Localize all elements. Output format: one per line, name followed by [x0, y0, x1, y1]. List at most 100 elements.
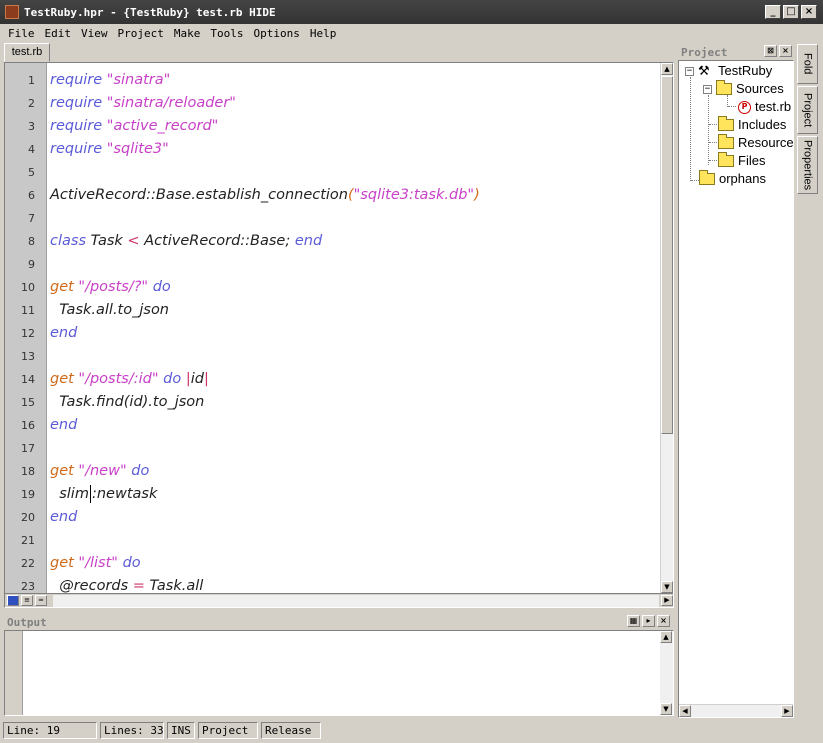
code-token: get — [50, 279, 74, 295]
menu-edit[interactable]: Edit — [41, 27, 76, 40]
line-number: 16 — [21, 419, 35, 432]
menu-options[interactable]: Options — [249, 27, 303, 40]
maximize-button[interactable]: □ — [783, 5, 799, 19]
project-close-icon[interactable]: × — [779, 45, 792, 57]
code-token: Task.all.to_json — [50, 302, 170, 318]
code-line[interactable]: slim:newtask — [50, 484, 157, 504]
line-number: 18 — [21, 465, 35, 478]
code-token: do — [163, 371, 182, 387]
project-tree[interactable]: − ⚒ TestRuby − Sources P test.rb Include… — [678, 60, 794, 718]
code-token: < — [127, 233, 140, 249]
code-line[interactable]: ActiveRecord::Base.establish_connection(… — [50, 185, 480, 205]
project-horizontal-scrollbar[interactable]: ◀ ▶ — [679, 704, 793, 717]
code-line[interactable]: end — [50, 507, 77, 527]
line-number: 14 — [21, 373, 35, 386]
split-horizontal-icon[interactable]: ≡ — [21, 595, 33, 606]
scroll-right-arrow-icon[interactable]: ▶ — [661, 595, 673, 606]
tree-item-sources[interactable]: − Sources — [703, 80, 784, 98]
line-number: 9 — [28, 258, 35, 271]
code-area[interactable]: require "sinatra" require "sinatra/reload… — [48, 63, 660, 594]
code-line[interactable]: class Task < ActiveRecord::Base; end — [50, 231, 322, 251]
project-scroll-right-icon[interactable]: ▶ — [781, 705, 793, 717]
line-number: 5 — [28, 166, 35, 179]
code-line[interactable]: get "/new" do — [50, 461, 149, 481]
output-panel-header: Output ▦ ▸ × — [4, 614, 674, 630]
line-number: 11 — [21, 304, 35, 317]
side-tab-properties[interactable]: Properties — [797, 136, 818, 194]
code-line[interactable]: end — [50, 323, 77, 343]
code-line[interactable]: require "sinatra/reloader" — [50, 93, 236, 113]
code-line[interactable]: get "/posts/?" do — [50, 277, 171, 297]
view-mode-icon[interactable] — [7, 595, 19, 606]
tree-item-files[interactable]: Files — [718, 152, 765, 170]
menu-make[interactable]: Make — [170, 27, 205, 40]
code-token: = — [132, 578, 145, 594]
tree-label-resources: Resources — [738, 135, 794, 150]
editor-scroll-thumb[interactable] — [661, 76, 673, 434]
tree-item-test-rb[interactable]: P test.rb — [738, 98, 791, 116]
tree-item-testruby[interactable]: − ⚒ TestRuby — [685, 62, 772, 80]
code-token: do — [131, 463, 150, 479]
code-token: ) — [474, 187, 480, 203]
minimize-button[interactable]: _ — [765, 5, 781, 19]
line-number: 4 — [28, 143, 35, 156]
line-number: 2 — [28, 97, 35, 110]
code-token: id — [190, 371, 204, 387]
code-token: do — [122, 555, 141, 571]
line-number: 22 — [21, 557, 35, 570]
code-token: "/list" — [78, 555, 118, 571]
project-scroll-left-icon[interactable]: ◀ — [679, 705, 691, 717]
tree-item-resources[interactable]: Resources — [718, 134, 794, 152]
output-pin-icon[interactable]: ▸ — [642, 615, 655, 627]
collapse-icon[interactable]: − — [703, 84, 712, 94]
code-line[interactable]: require "sqlite3" — [50, 139, 169, 159]
editor-vertical-scrollbar[interactable]: ▲ ▼ — [660, 63, 673, 593]
close-button[interactable]: × — [801, 5, 817, 19]
side-tab-fold[interactable]: Fold — [797, 44, 818, 84]
code-line[interactable]: get "/posts/:id" do |id| — [50, 369, 209, 389]
editor-tab-test-rb[interactable]: test.rb — [4, 43, 50, 62]
line-number: 20 — [21, 511, 35, 524]
tree-item-includes[interactable]: Includes — [718, 116, 786, 134]
tree-item-orphans[interactable]: orphans — [699, 170, 766, 188]
code-line[interactable]: require "sinatra" — [50, 70, 170, 90]
menu-tools[interactable]: Tools — [206, 27, 247, 40]
code-line[interactable]: get "/list" do — [50, 553, 141, 573]
scroll-down-arrow-icon[interactable]: ▼ — [661, 581, 673, 593]
menu-view[interactable]: View — [77, 27, 112, 40]
output-scroll-up-icon[interactable]: ▲ — [660, 631, 672, 643]
output-vertical-scrollbar[interactable]: ▲ ▼ — [660, 631, 673, 715]
code-token: "sqlite3" — [106, 141, 169, 157]
project-pin-icon[interactable]: ⊠ — [764, 45, 777, 57]
menu-help[interactable]: Help — [306, 27, 341, 40]
output-scroll-down-icon[interactable]: ▼ — [660, 703, 672, 715]
scroll-up-arrow-icon[interactable]: ▲ — [661, 63, 673, 75]
code-token: ActiveRecord::Base.establish_connection — [50, 187, 348, 203]
line-number: 23 — [21, 580, 35, 593]
code-token: get — [50, 555, 74, 571]
text-caret — [89, 485, 91, 503]
output-close-icon[interactable]: × — [657, 615, 670, 627]
menu-project[interactable]: Project — [114, 27, 168, 40]
app-icon — [5, 5, 19, 19]
code-token: "sqlite3:task.db" — [353, 187, 475, 203]
split-vertical-icon[interactable]: ═ — [35, 595, 47, 606]
code-editor[interactable]: 1 2 3 4 5 6 7 8 9 10 11 12 13 14 15 16 17 18 19 20 21 22 23 re… — [4, 62, 674, 608]
side-tab-project[interactable]: Project — [797, 86, 818, 134]
code-token: require — [50, 95, 103, 111]
line-number: 8 — [28, 235, 35, 248]
line-number: 12 — [21, 327, 35, 340]
menu-file[interactable]: File — [4, 27, 39, 40]
tree-label-includes: Includes — [738, 117, 787, 132]
code-line[interactable]: Task.find(id).to_json — [50, 392, 204, 412]
side-tab-project-label: Project — [801, 92, 814, 128]
code-line[interactable]: Task.all.to_json — [50, 300, 169, 320]
editor-horizontal-scrollbar[interactable] — [53, 595, 659, 607]
collapse-icon[interactable]: − — [685, 66, 694, 76]
code-line[interactable]: require "active_record" — [50, 116, 218, 136]
output-float-icon[interactable]: ▦ — [627, 615, 640, 627]
output-panel[interactable]: ▲ ▼ — [4, 630, 674, 716]
code-token: get — [50, 371, 74, 387]
code-line[interactable]: end — [50, 415, 77, 435]
folder-icon — [716, 80, 732, 95]
